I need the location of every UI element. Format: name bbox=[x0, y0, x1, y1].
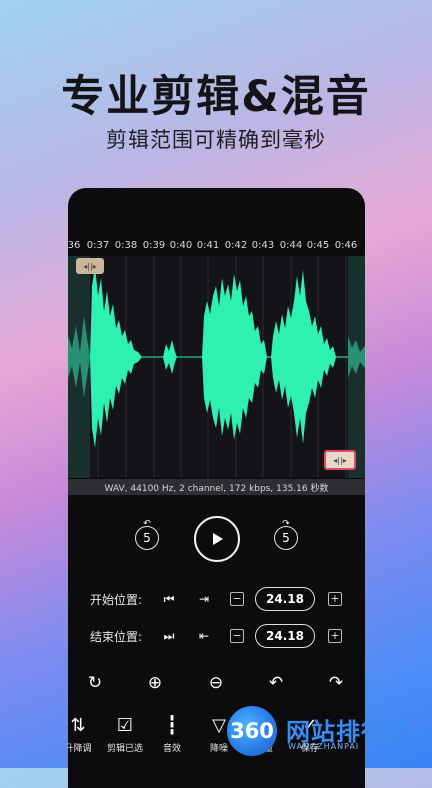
time-tick: 0:46 bbox=[334, 240, 358, 251]
jump-to-start-icon[interactable]: ⏮ bbox=[161, 591, 177, 607]
watermark-logo: 360 bbox=[227, 706, 277, 756]
waveform-graphic bbox=[68, 256, 365, 478]
time-tick: 0:40 bbox=[169, 240, 193, 251]
rewind-seconds: 5 bbox=[143, 531, 151, 545]
forward-seconds: 5 bbox=[282, 531, 290, 545]
play-icon bbox=[213, 533, 223, 545]
edit-toolbar: ↻ ⊕ ⊖ ↶ ↷ bbox=[68, 668, 365, 696]
jump-to-end-icon[interactable]: ⏭ bbox=[161, 628, 177, 644]
redo-icon[interactable]: ↷ bbox=[325, 672, 347, 694]
start-value-field[interactable]: 24.18 bbox=[255, 587, 315, 611]
forward-5s-button[interactable]: ↷ 5 bbox=[274, 519, 298, 550]
time-tick: 0:42 bbox=[224, 240, 248, 251]
end-position-row: 结束位置: ⏭ ⇤ − 24.18 + bbox=[68, 624, 365, 648]
end-decrement-button[interactable]: − bbox=[230, 629, 244, 643]
time-tick: 36 bbox=[68, 240, 81, 251]
start-decrement-button[interactable]: − bbox=[230, 592, 244, 606]
set-end-icon[interactable]: ⇤ bbox=[196, 628, 212, 644]
end-value-field[interactable]: 24.18 bbox=[255, 624, 315, 648]
rewind-arrow-icon: ↶ bbox=[143, 519, 151, 529]
time-tick: 0:41 bbox=[196, 240, 220, 251]
time-ruler: 36 0:37 0:38 0:39 0:40 0:41 0:42 0:43 0:… bbox=[68, 238, 365, 254]
start-position-label: 开始位置: bbox=[90, 593, 143, 607]
play-button[interactable] bbox=[194, 516, 240, 562]
watermark-subtext: WANGZHANPAI bbox=[288, 742, 360, 751]
time-tick: 0:38 bbox=[114, 240, 138, 251]
audio-info-bar: WAV, 44100 Hz, 2 channel, 172 kbps, 135.… bbox=[68, 479, 365, 495]
trim-start-handle[interactable]: ◂||▸ bbox=[76, 258, 104, 274]
forward-arrow-icon: ↷ bbox=[282, 519, 290, 529]
time-tick: 0:44 bbox=[279, 240, 303, 251]
time-tick: 0:43 bbox=[251, 240, 275, 251]
phone-frame: 36 0:37 0:38 0:39 0:40 0:41 0:42 0:43 0:… bbox=[68, 188, 365, 788]
promo-subline: 剪辑范围可精确到毫秒 bbox=[106, 128, 326, 152]
zoom-out-icon[interactable]: ⊖ bbox=[205, 672, 227, 694]
reset-icon[interactable]: ↻ bbox=[84, 672, 106, 694]
start-increment-button[interactable]: + bbox=[328, 592, 342, 606]
end-position-label: 结束位置: bbox=[90, 630, 143, 644]
set-start-icon[interactable]: ⇥ bbox=[196, 591, 212, 607]
start-position-row: 开始位置: ⏮ ⇥ − 24.18 + bbox=[68, 587, 365, 611]
time-tick: 0:37 bbox=[86, 240, 110, 251]
undo-icon[interactable]: ↶ bbox=[265, 672, 287, 694]
promo-headline: 专业剪辑&混音 bbox=[61, 72, 371, 122]
waveform-panel[interactable]: ◂||▸ ◂||▸ bbox=[68, 256, 365, 478]
time-tick: 0:39 bbox=[142, 240, 166, 251]
zoom-in-icon[interactable]: ⊕ bbox=[144, 672, 166, 694]
rewind-5s-button[interactable]: ↶ 5 bbox=[135, 519, 159, 550]
time-tick: 0:45 bbox=[306, 240, 330, 251]
trim-end-handle[interactable]: ◂||▸ bbox=[324, 450, 356, 470]
end-increment-button[interactable]: + bbox=[328, 629, 342, 643]
playback-controls: ↶ 5 ↷ 5 bbox=[68, 516, 365, 562]
